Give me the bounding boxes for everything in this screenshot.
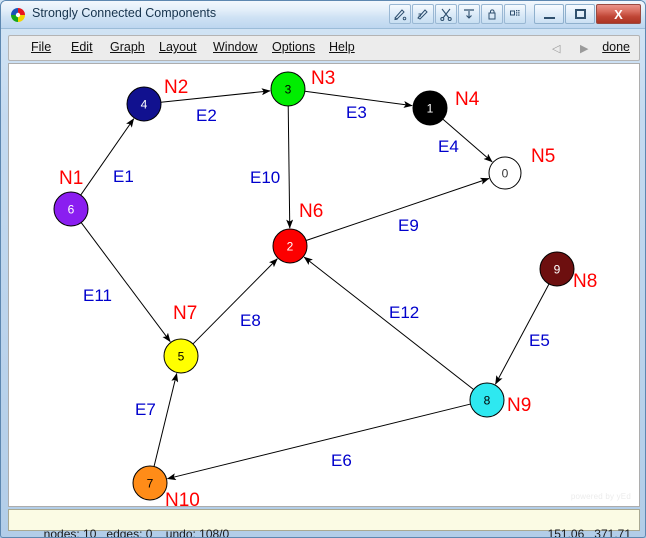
graph-node-7[interactable]: 7 (132, 465, 168, 501)
node-id-label-5: 5 (178, 350, 185, 364)
node-id-label-8: 8 (484, 394, 491, 408)
scissors-icon[interactable] (435, 4, 457, 24)
graph-edge-E7[interactable] (153, 372, 179, 467)
grid-icon[interactable] (504, 4, 526, 24)
titlebar-button-group: X (389, 4, 641, 24)
edge-label-E11[interactable]: E11 (83, 286, 112, 305)
graph-edge-E12[interactable] (303, 256, 474, 390)
edge-label-E6[interactable]: E6 (331, 451, 352, 470)
prev-arrow-icon[interactable]: ◁ (552, 42, 560, 55)
node-id-label-9: 9 (554, 263, 561, 277)
edge-label-E3[interactable]: E3 (346, 103, 367, 122)
edge-label-E9[interactable]: E9 (398, 216, 419, 235)
minimize-button[interactable] (534, 4, 564, 24)
node-name-label-N10[interactable]: N10 (165, 490, 200, 506)
graph-node-3[interactable]: 3 (270, 71, 306, 107)
graph-node-6[interactable]: 6 (53, 191, 89, 227)
node-name-label-N5[interactable]: N5 (531, 146, 555, 167)
status-edges: edges: 0 (106, 527, 153, 538)
menu-edit-label: Edit (71, 40, 93, 54)
maximize-button[interactable] (565, 4, 595, 24)
coordinate-x: 151.06 (547, 527, 585, 538)
node-name-label-N9[interactable]: N9 (507, 395, 531, 416)
status-bar: nodes: 10 edges: 0 undo: 108/0 151.06 37… (8, 509, 640, 537)
align-top-icon[interactable] (458, 4, 480, 24)
edge-label-E10[interactable]: E10 (250, 168, 280, 187)
graph-node-5[interactable]: 5 (163, 338, 199, 374)
edges-layer (80, 88, 550, 481)
node-id-label-7: 7 (147, 477, 154, 491)
graph-edge-E11[interactable] (80, 222, 171, 343)
menu-layout[interactable]: Layout (159, 40, 197, 54)
menu-help-label: Help (329, 40, 355, 54)
tool-icon-1[interactable] (389, 4, 411, 24)
graph-edge-E6[interactable] (166, 403, 471, 481)
menu-file-label: File (31, 40, 52, 54)
edge-label-E7[interactable]: E7 (135, 400, 156, 419)
graph-node-0[interactable]: 0 (488, 156, 522, 190)
edge-label-E8[interactable]: E8 (240, 311, 261, 330)
graph-node-4[interactable]: 4 (126, 86, 162, 122)
node-name-label-N1[interactable]: N1 (59, 168, 83, 189)
graph-node-9[interactable]: 9 (539, 251, 575, 287)
menu-help[interactable]: Help (329, 40, 355, 54)
maximize-icon (574, 9, 586, 19)
menu-options-label: Options (272, 40, 316, 54)
graph-edge-E10[interactable] (286, 105, 294, 229)
edge-label-E12[interactable]: E12 (389, 303, 419, 322)
node-name-label-N4[interactable]: N4 (455, 89, 480, 110)
menu-graph[interactable]: Graph (110, 40, 145, 54)
status-left-text: nodes: 10 edges: 0 undo: 108/0 (17, 513, 230, 538)
node-name-label-N3[interactable]: N3 (311, 68, 335, 89)
edge-label-E1[interactable]: E1 (113, 167, 134, 186)
node-name-label-N2[interactable]: N2 (164, 77, 188, 98)
status-coordinates: 151.06 371.71 (521, 513, 631, 538)
menu-file[interactable]: File (31, 40, 51, 54)
edge-label-E4[interactable]: E4 (438, 137, 459, 156)
menu-graph-label: Graph (110, 40, 145, 54)
window-frame: Strongly Connected Components X File Edi… (0, 0, 646, 538)
node-id-label-3: 3 (285, 83, 292, 97)
graph-node-1[interactable]: 1 (412, 90, 448, 126)
minimize-icon (543, 16, 555, 19)
graph-node-8[interactable]: 8 (469, 382, 505, 418)
node-id-label-4: 4 (141, 98, 148, 112)
menu-window[interactable]: Window (213, 40, 257, 54)
graph-canvas[interactable]: E1 E2 E3 E4 E5 E6 E7 E8 E9 E10 E11 E12 6 4 3 1 0 2 5 9 8 7 N… (8, 63, 640, 507)
yed-logo-icon (11, 8, 25, 22)
edge-label-E5[interactable]: E5 (529, 331, 550, 350)
status-undo: undo: 108/0 (165, 527, 230, 538)
close-button[interactable]: X (596, 4, 641, 24)
node-id-label-6: 6 (68, 203, 75, 217)
menu-bar: File Edit Graph Layout Window Options He… (8, 35, 640, 61)
graph-edge-E8[interactable] (192, 258, 278, 345)
node-id-label-1: 1 (427, 102, 434, 116)
application-window: Strongly Connected Components X File Edi… (0, 0, 646, 538)
menu-options[interactable]: Options (272, 40, 315, 54)
window-title: Strongly Connected Components (32, 6, 217, 20)
tool-icon-2[interactable] (412, 4, 434, 24)
menu-layout-label: Layout (159, 40, 197, 54)
node-name-label-N6[interactable]: N6 (299, 201, 323, 222)
node-id-label-0: 0 (502, 167, 509, 181)
graph-node-2[interactable]: 2 (272, 228, 308, 264)
node-labels-layer: N1 N2 N3 N4 N5 N6 N7 N8 N9 N10 (59, 68, 597, 506)
node-name-label-N7[interactable]: N7 (173, 303, 197, 324)
status-nodes: nodes: 10 (43, 527, 97, 538)
done-button[interactable]: done (602, 40, 630, 54)
nodes-layer: 6 4 3 1 0 2 5 9 8 7 (53, 71, 575, 501)
next-arrow-icon[interactable]: ▶ (580, 42, 588, 55)
title-bar[interactable]: Strongly Connected Components X (1, 1, 645, 29)
graph-drawing: E1 E2 E3 E4 E5 E6 E7 E8 E9 E10 E11 E12 6 4 3 1 0 2 5 9 8 7 N… (53, 68, 597, 506)
edge-label-E2[interactable]: E2 (196, 106, 217, 125)
node-id-label-2: 2 (287, 240, 294, 254)
node-name-label-N8[interactable]: N8 (573, 271, 597, 292)
lock-icon[interactable] (481, 4, 503, 24)
menu-window-label: Window (213, 40, 258, 54)
menu-edit[interactable]: Edit (71, 40, 93, 54)
coordinate-y: 371.71 (594, 527, 631, 538)
watermark-text: powered by yEd (570, 492, 631, 501)
